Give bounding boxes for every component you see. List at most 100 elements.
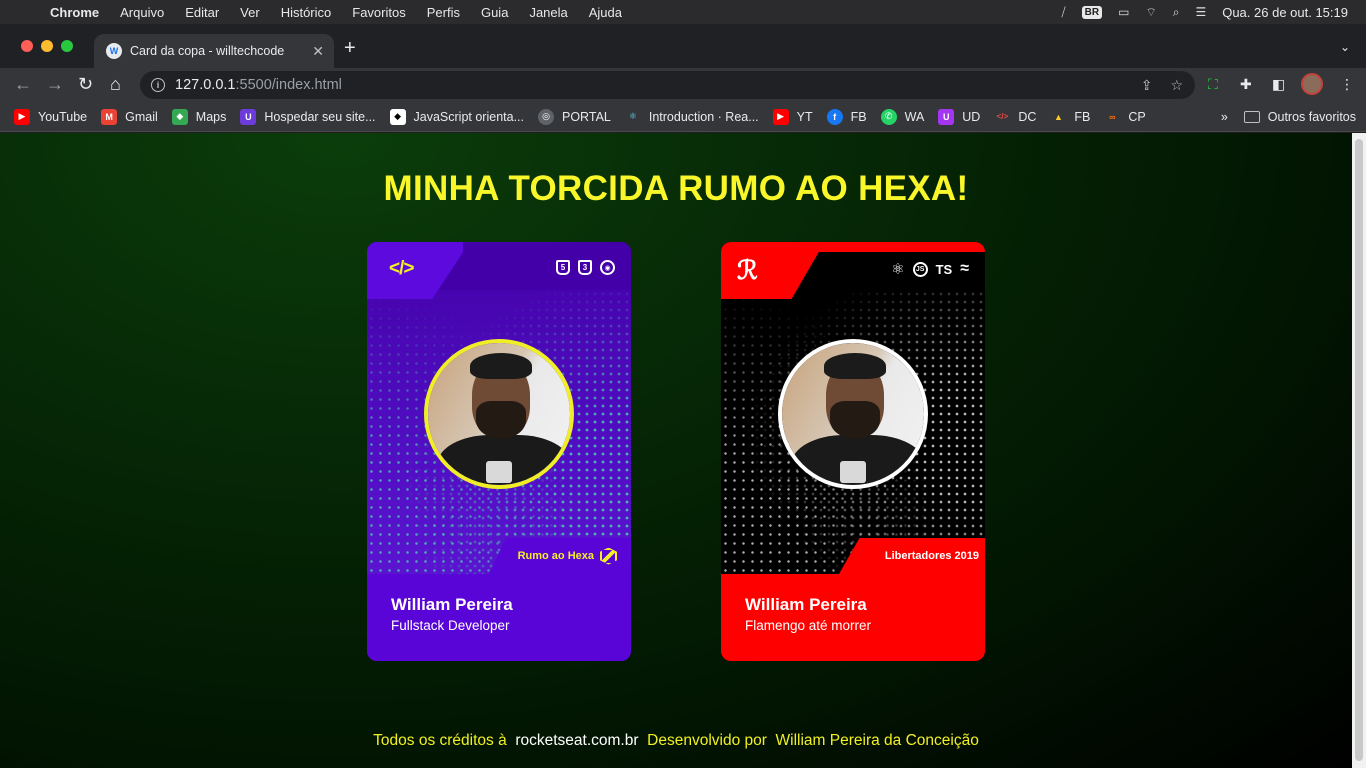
bookmark-gmail[interactable]: M Gmail	[101, 108, 158, 125]
bookmark-label: FB	[1074, 109, 1091, 124]
menu-historico[interactable]: Histórico	[281, 5, 332, 20]
bookmark-portal[interactable]: ◎ PORTAL	[538, 108, 611, 125]
keyboard-layout-badge[interactable]: BR	[1081, 5, 1103, 19]
battery-icon[interactable]: ▭	[1118, 5, 1129, 19]
profile-avatar[interactable]	[1301, 73, 1323, 95]
card-tag-label: Libertadores 2019	[884, 550, 979, 562]
bookmark-label: CP	[1128, 109, 1146, 124]
bookmark-star-icon[interactable]: ☆	[1170, 77, 1183, 94]
bookmark-dc[interactable]: </> DC	[994, 109, 1037, 125]
browser-tabstrip: W Card da copa - willtechcode ✕ + ⌄	[0, 24, 1366, 68]
control-center-icon[interactable]: ☰	[1195, 5, 1206, 19]
html5-icon: 5	[556, 260, 570, 275]
page-scrollbar[interactable]	[1352, 133, 1366, 768]
browser-toolbar: ← → ↻ ⌂ i 127.0.0.1:5500/index.html ⇪ ☆ …	[0, 68, 1366, 102]
home-icon[interactable]: ⌂	[110, 74, 121, 94]
menubar-clock[interactable]: Qua. 26 de out. 15:19	[1222, 5, 1348, 20]
url-path: :5500/index.html	[235, 77, 342, 93]
address-bar[interactable]: i 127.0.0.1:5500/index.html ⇪ ☆	[140, 71, 1195, 99]
bookmark-firebase[interactable]: ▲ FB	[1050, 109, 1090, 125]
bookmark-hospedar[interactable]: U Hospedar seu site...	[240, 108, 376, 125]
bookmark-label: YouTube	[38, 109, 88, 124]
typescript-icon: TS	[935, 261, 953, 277]
extensions-puzzle-icon[interactable]: ✚	[1240, 76, 1252, 93]
avatar-photo	[778, 339, 928, 489]
credits-site-link[interactable]: rocketseat.com.br	[515, 732, 638, 749]
bookmarks-bar: ▶ YouTube M Gmail ◆ Maps U Hospedar seu site…	[0, 102, 1366, 132]
bookmark-yt[interactable]: ▶ YT	[772, 108, 813, 125]
spotlight-search-icon[interactable]: ⌕	[1173, 5, 1180, 20]
card-artwork: </> 5 3 ◉ Rumo ao Hexa	[367, 242, 631, 574]
menu-janela[interactable]: Janela	[529, 5, 567, 20]
side-panel-icon[interactable]: ◧	[1272, 76, 1285, 93]
bookmark-label: Gmail	[125, 109, 158, 124]
bookmark-label: DC	[1018, 109, 1037, 124]
screenshot-extension-icon[interactable]: ⛶	[1208, 76, 1218, 93]
menu-ajuda[interactable]: Ajuda	[589, 5, 622, 20]
udemy-icon: U	[938, 108, 955, 125]
tab-search-chevron-icon[interactable]: ⌄	[1340, 40, 1350, 54]
bookmark-label: PORTAL	[562, 109, 611, 124]
site-info-icon[interactable]: i	[151, 78, 165, 92]
code-logo-icon: </>	[389, 258, 415, 279]
card-tag: Libertadores 2019	[839, 538, 985, 574]
bookmark-javascript[interactable]: ◆ JavaScript orienta...	[389, 108, 524, 125]
window-zoom-button[interactable]	[61, 40, 73, 52]
menu-ver[interactable]: Ver	[240, 5, 260, 20]
css3-icon: 3	[578, 260, 592, 275]
back-arrow-icon[interactable]: ←	[14, 74, 32, 94]
tab-close-icon[interactable]: ✕	[312, 43, 324, 60]
bookmark-ud[interactable]: U UD	[938, 108, 980, 125]
chrome-menu-icon[interactable]: ⋮	[1340, 76, 1354, 93]
url-host: 127.0.0.1	[175, 77, 236, 93]
player-card-flamengo: ℛ ⚛ JS TS ≈ Libertadores 2019 William Pe…	[721, 242, 985, 661]
card-artwork: ℛ ⚛ JS TS ≈ Libertadores 2019	[721, 242, 985, 574]
menu-perfis[interactable]: Perfis	[427, 5, 460, 20]
tab-favicon: W	[106, 43, 122, 59]
folder-icon	[1243, 110, 1260, 123]
forward-arrow-icon[interactable]: →	[46, 74, 64, 94]
card-name: William Pereira	[745, 595, 867, 614]
card-role: Flamengo até morrer	[745, 618, 872, 633]
menu-arquivo[interactable]: Arquivo	[120, 5, 164, 20]
player-card-developer: </> 5 3 ◉ Rumo ao Hexa William Pereira F…	[367, 242, 631, 661]
more-bookmarks-chevron-icon[interactable]: »	[1221, 110, 1228, 124]
share-icon[interactable]: ⇪	[1141, 77, 1153, 94]
scrollbar-thumb[interactable]	[1355, 139, 1363, 761]
code-icon: </>	[996, 112, 1009, 121]
wifi-icon[interactable]: ⌔	[1145, 5, 1156, 20]
menu-guia[interactable]: Guia	[481, 5, 508, 20]
youtube-icon: ▶	[772, 108, 789, 125]
menu-editar[interactable]: Editar	[185, 5, 219, 20]
facebook-icon: f	[826, 108, 843, 125]
nodejs-icon: JS	[912, 261, 928, 277]
reload-icon[interactable]: ↻	[78, 74, 93, 94]
tailwind-icon: ≈	[960, 260, 969, 277]
menubar-status-area: ⧸ BR ▭ ⌔ ⌕ ☰ Qua. 26 de out. 15:19	[1046, 0, 1366, 24]
bookmark-label: Hospedar seu site...	[264, 109, 376, 124]
new-tab-button[interactable]: +	[344, 38, 356, 58]
hosting-icon: U	[240, 108, 257, 125]
codepen-icon: ∞	[1109, 111, 1116, 122]
bookmark-cp[interactable]: ∞ CP	[1104, 109, 1146, 125]
react-icon: ⚛	[891, 261, 905, 278]
menu-chrome[interactable]: Chrome	[50, 5, 99, 20]
gmail-icon: M	[101, 108, 118, 125]
bookmark-fb[interactable]: f FB	[826, 108, 867, 125]
page-title: MINHA TORCIDA RUMO AO HEXA!	[383, 169, 969, 208]
other-bookmarks-folder[interactable]: Outros favoritos	[1268, 110, 1356, 124]
menu-favoritos[interactable]: Favoritos	[352, 5, 405, 20]
browser-tab-active[interactable]: W Card da copa - willtechcode ✕	[94, 34, 334, 68]
bookmark-wa[interactable]: ✆ WA	[880, 108, 924, 125]
bookmark-youtube[interactable]: ▶ YouTube	[14, 108, 88, 125]
bookmark-label: YT	[796, 109, 813, 124]
hexa-cube-icon	[600, 547, 617, 565]
macos-menubar: Chrome Arquivo Editar Ver Histórico Favo…	[0, 0, 1366, 24]
mute-icon[interactable]: ⧸	[1062, 5, 1066, 20]
bookmark-react[interactable]: ⚛ Introduction · Rea...	[625, 109, 759, 125]
bookmark-maps[interactable]: ◆ Maps	[171, 108, 226, 125]
card-footer: William Pereira Fullstack Developer	[367, 574, 631, 661]
page-viewport: MINHA TORCIDA RUMO AO HEXA! </> 5 3 ◉ Ru…	[0, 133, 1352, 768]
window-close-button[interactable]	[21, 40, 33, 52]
window-minimize-button[interactable]	[41, 40, 53, 52]
